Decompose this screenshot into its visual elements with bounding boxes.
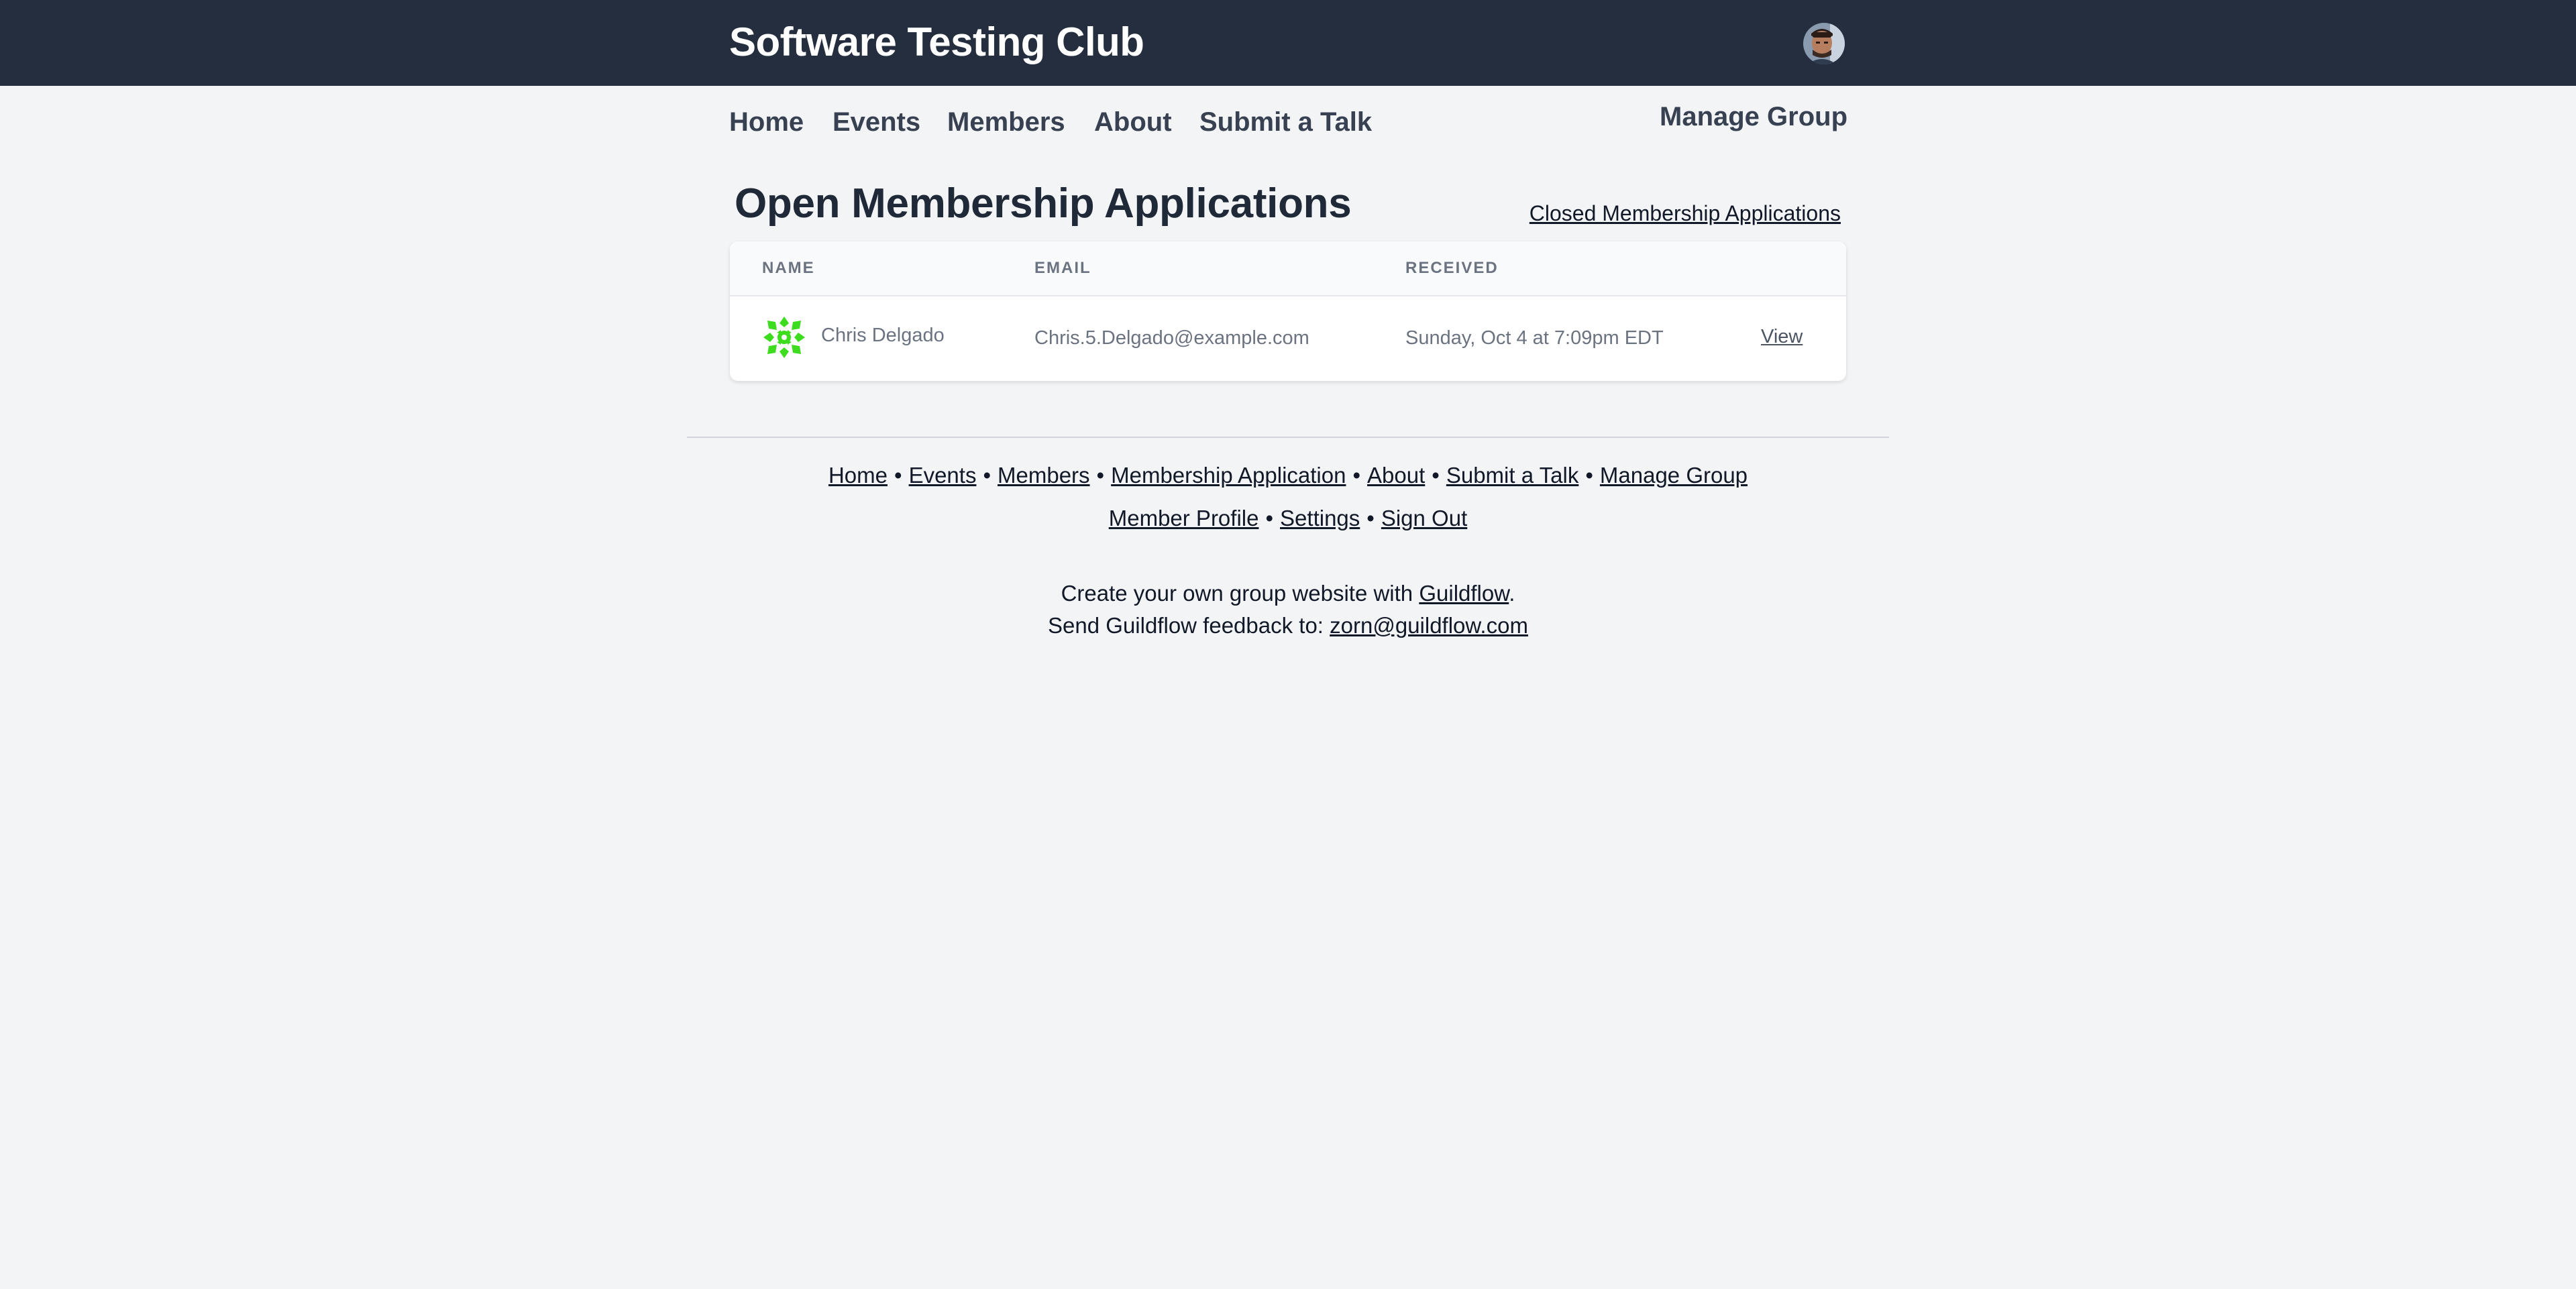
footer-separator: •: [1096, 463, 1105, 488]
table-row: Chris Delgado Chris.5.Delgado@example.co…: [730, 296, 1846, 381]
footer-separator: •: [1432, 463, 1440, 488]
footer-separator: •: [983, 463, 991, 488]
nav-home[interactable]: Home: [729, 107, 804, 137]
footer-feedback: Send Guildflow feedback to: zorn@guildfl…: [0, 613, 2576, 638]
nav-events[interactable]: Events: [833, 107, 920, 137]
application-received: Sunday, Oct 4 at 7:09pm EDT: [1405, 327, 1664, 349]
column-header-received: Received: [1405, 259, 1499, 277]
footer-link-member-profile[interactable]: Member Profile: [1109, 506, 1259, 530]
nav-submit-talk[interactable]: Submit a Talk: [1199, 107, 1372, 137]
feedback-email-link[interactable]: zorn@guildflow.com: [1330, 613, 1528, 638]
column-header-email: Email: [1034, 259, 1091, 277]
footer-credit: Create your own group website with Guild…: [0, 581, 2576, 606]
footer-link-events[interactable]: Events: [909, 463, 977, 488]
footer-link-about[interactable]: About: [1367, 463, 1425, 488]
footer-links-account: Member Profile • Settings • Sign Out: [0, 506, 2576, 531]
nav-about[interactable]: About: [1094, 107, 1172, 137]
page-title: Open Membership Applications: [735, 180, 1352, 227]
applications-table: Name Email Received: [730, 241, 1846, 381]
nav-manage-group[interactable]: Manage Group: [1660, 102, 1847, 132]
site-title[interactable]: Software Testing Club: [729, 19, 1144, 65]
identicon-avatar-icon: [762, 315, 806, 359]
footer-credit-text: Create your own group website with: [1061, 581, 1419, 606]
footer-separator: •: [894, 463, 902, 488]
guildflow-link[interactable]: Guildflow: [1419, 581, 1509, 606]
footer-feedback-text: Send Guildflow feedback to:: [1048, 613, 1330, 638]
footer-link-members[interactable]: Members: [998, 463, 1090, 488]
applicant-email: Chris.5.Delgado@example.com: [1034, 327, 1309, 349]
footer-divider: [687, 437, 1889, 438]
column-header-name: Name: [762, 259, 815, 277]
user-avatar[interactable]: [1803, 23, 1845, 64]
nav-members[interactable]: Members: [947, 107, 1065, 137]
applicant-name: Chris Delgado: [821, 325, 945, 346]
footer-link-settings[interactable]: Settings: [1280, 506, 1360, 530]
footer-credit-period: .: [1509, 581, 1515, 606]
footer-separator: •: [1366, 506, 1375, 530]
view-application-link[interactable]: View: [1761, 326, 1803, 348]
closed-applications-link[interactable]: Closed Membership Applications: [1529, 201, 1841, 226]
footer-link-home[interactable]: Home: [828, 463, 888, 488]
footer-link-sign-out[interactable]: Sign Out: [1381, 506, 1467, 530]
footer-link-submit-talk[interactable]: Submit a Talk: [1446, 463, 1578, 488]
footer-separator: •: [1585, 463, 1593, 488]
footer-separator: •: [1265, 506, 1274, 530]
avatar-photo-icon: [1803, 23, 1845, 64]
table-header: Name Email Received: [730, 241, 1846, 296]
footer-link-membership-application[interactable]: Membership Application: [1111, 463, 1346, 488]
footer-separator: •: [1352, 463, 1361, 488]
top-bar: Software Testing Club: [0, 0, 2576, 86]
footer-link-manage-group[interactable]: Manage Group: [1600, 463, 1748, 488]
footer-links-primary: Home • Events • Members • Membership Applicati…: [0, 463, 2576, 488]
